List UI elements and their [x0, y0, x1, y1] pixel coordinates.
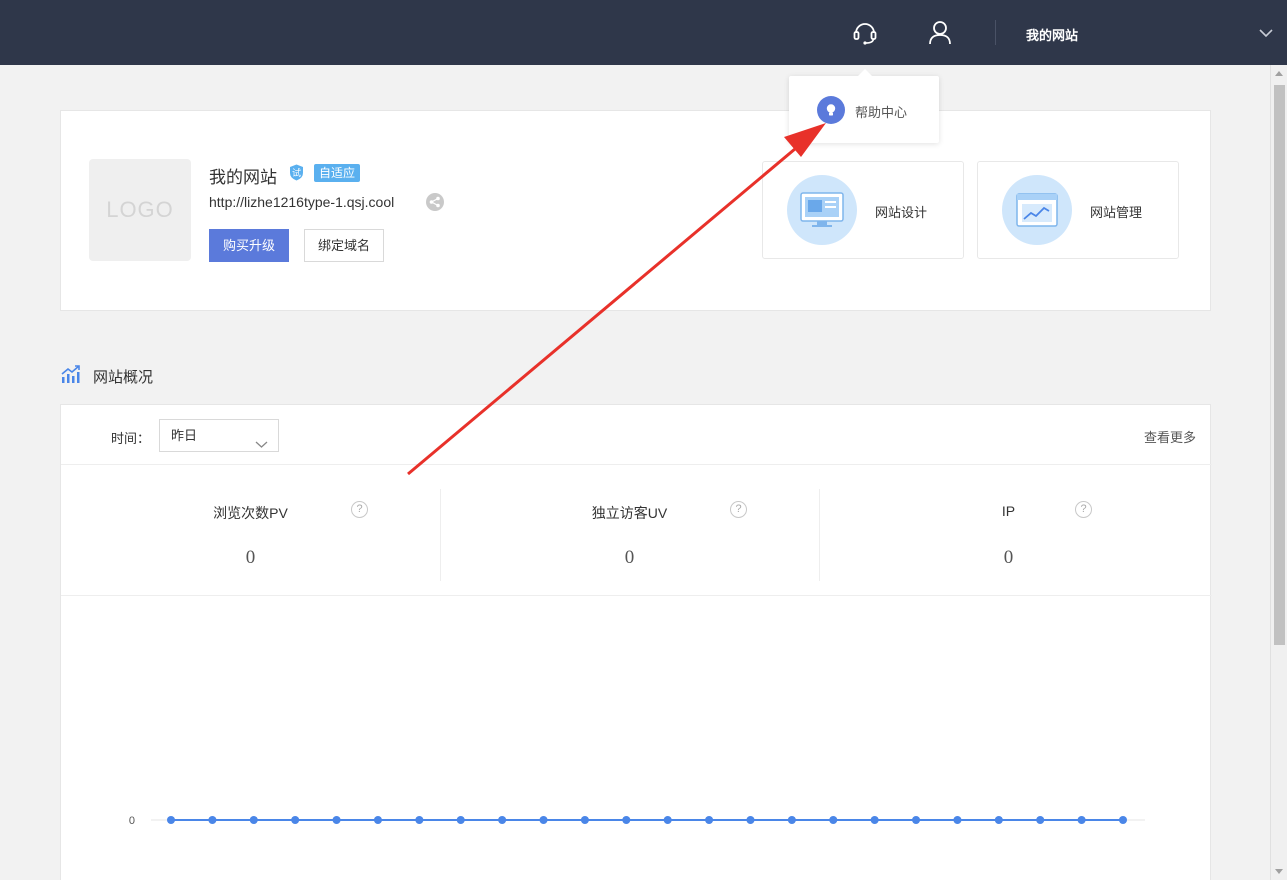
data-point[interactable]	[1036, 816, 1045, 824]
current-site-name[interactable]: 我的网站	[1026, 25, 1078, 44]
data-point[interactable]	[953, 816, 962, 824]
divider-line	[61, 464, 1212, 465]
scroll-up-arrow-icon[interactable]	[1275, 71, 1283, 76]
stat-uv: 独立访客UV ? 0	[440, 489, 819, 581]
buy-upgrade-button[interactable]: 购买升级	[209, 229, 289, 262]
site-info-card: LOGO 我的网站 试 自适应 http://lizhe1216type-1.q…	[60, 110, 1211, 311]
visits-line-chart: 0	[129, 815, 1145, 827]
data-point[interactable]	[373, 816, 382, 824]
data-point[interactable]	[663, 816, 672, 824]
bulb-icon[interactable]	[817, 96, 845, 124]
browser-chart-icon	[1002, 175, 1072, 245]
site-title: 我的网站	[209, 168, 277, 187]
stat-label: IP	[1001, 503, 1016, 519]
data-point[interactable]	[746, 816, 755, 824]
stat-label: 浏览次数PV	[213, 505, 288, 521]
headset-icon[interactable]	[849, 16, 881, 48]
data-point[interactable]	[870, 816, 879, 824]
time-filter-label: 时间：	[111, 431, 151, 446]
data-point[interactable]	[415, 816, 424, 824]
chevron-down-icon	[255, 429, 268, 460]
quick-link-label: 网站管理	[1090, 205, 1143, 220]
stat-ip: IP ? 0	[819, 489, 1198, 581]
user-icon[interactable]	[924, 16, 956, 48]
site-logo-placeholder: LOGO	[89, 159, 191, 261]
data-point[interactable]	[456, 816, 465, 824]
chevron-down-icon[interactable]	[1259, 25, 1273, 43]
quick-link-site-manage[interactable]: 网站管理	[977, 161, 1179, 259]
data-point[interactable]	[291, 816, 300, 824]
help-center-link[interactable]: 帮助中心	[855, 102, 907, 121]
data-point[interactable]	[332, 816, 341, 824]
stat-value: 0	[624, 547, 635, 568]
trend-chart-icon	[61, 364, 81, 384]
data-point[interactable]	[1119, 816, 1127, 824]
data-point[interactable]	[829, 816, 838, 824]
data-point[interactable]	[539, 816, 548, 824]
help-question-icon[interactable]: ?	[730, 501, 747, 518]
site-overview-card: 时间： 昨日 查看更多 浏览次数PV ? 0 独立访客UV ? 0 IP ? 0…	[60, 404, 1212, 880]
top-navbar: 我的网站	[0, 0, 1287, 65]
popup-caret	[857, 69, 873, 77]
trial-badge-text: 试	[292, 167, 301, 179]
stat-value: 0	[245, 547, 256, 568]
help-question-icon[interactable]: ?	[1075, 501, 1092, 518]
stat-label: 独立访客UV	[591, 505, 668, 521]
site-url[interactable]: http://lizhe1216type-1.qsj.cool	[209, 194, 394, 210]
view-more-link[interactable]: 查看更多	[1144, 427, 1196, 446]
data-point[interactable]	[498, 816, 507, 824]
data-point[interactable]	[912, 816, 921, 824]
data-point[interactable]	[167, 816, 175, 824]
help-question-icon[interactable]: ?	[351, 501, 368, 518]
trial-shield-icon: 试	[289, 164, 304, 181]
share-icon[interactable]	[426, 193, 444, 211]
data-point[interactable]	[1077, 816, 1086, 824]
monitor-design-icon	[787, 175, 857, 245]
data-point[interactable]	[705, 816, 714, 824]
data-point[interactable]	[622, 816, 631, 824]
quick-link-site-design[interactable]: 网站设计	[762, 161, 964, 259]
stat-value: 0	[1003, 547, 1014, 568]
quick-link-label: 网站设计	[875, 205, 928, 220]
data-point[interactable]	[580, 816, 589, 824]
adaptive-badge: 自适应	[314, 164, 361, 182]
bind-domain-button[interactable]: 绑定域名	[304, 229, 384, 262]
overview-title: 网站概况	[93, 369, 154, 386]
scroll-down-arrow-icon[interactable]	[1275, 869, 1283, 874]
help-popup: 帮助中心	[789, 69, 939, 143]
scrollbar-thumb[interactable]	[1274, 85, 1285, 645]
page-scrollbar[interactable]	[1270, 65, 1287, 880]
data-point[interactable]	[787, 816, 796, 824]
data-point[interactable]	[994, 816, 1003, 824]
topbar-divider	[995, 20, 996, 45]
y-tick-label: 0	[129, 815, 135, 827]
data-point[interactable]	[249, 816, 258, 824]
time-range-select[interactable]: 昨日	[159, 419, 279, 452]
data-point[interactable]	[208, 816, 217, 824]
time-range-value: 昨日	[171, 428, 198, 443]
stat-pv: 浏览次数PV ? 0	[61, 489, 440, 581]
